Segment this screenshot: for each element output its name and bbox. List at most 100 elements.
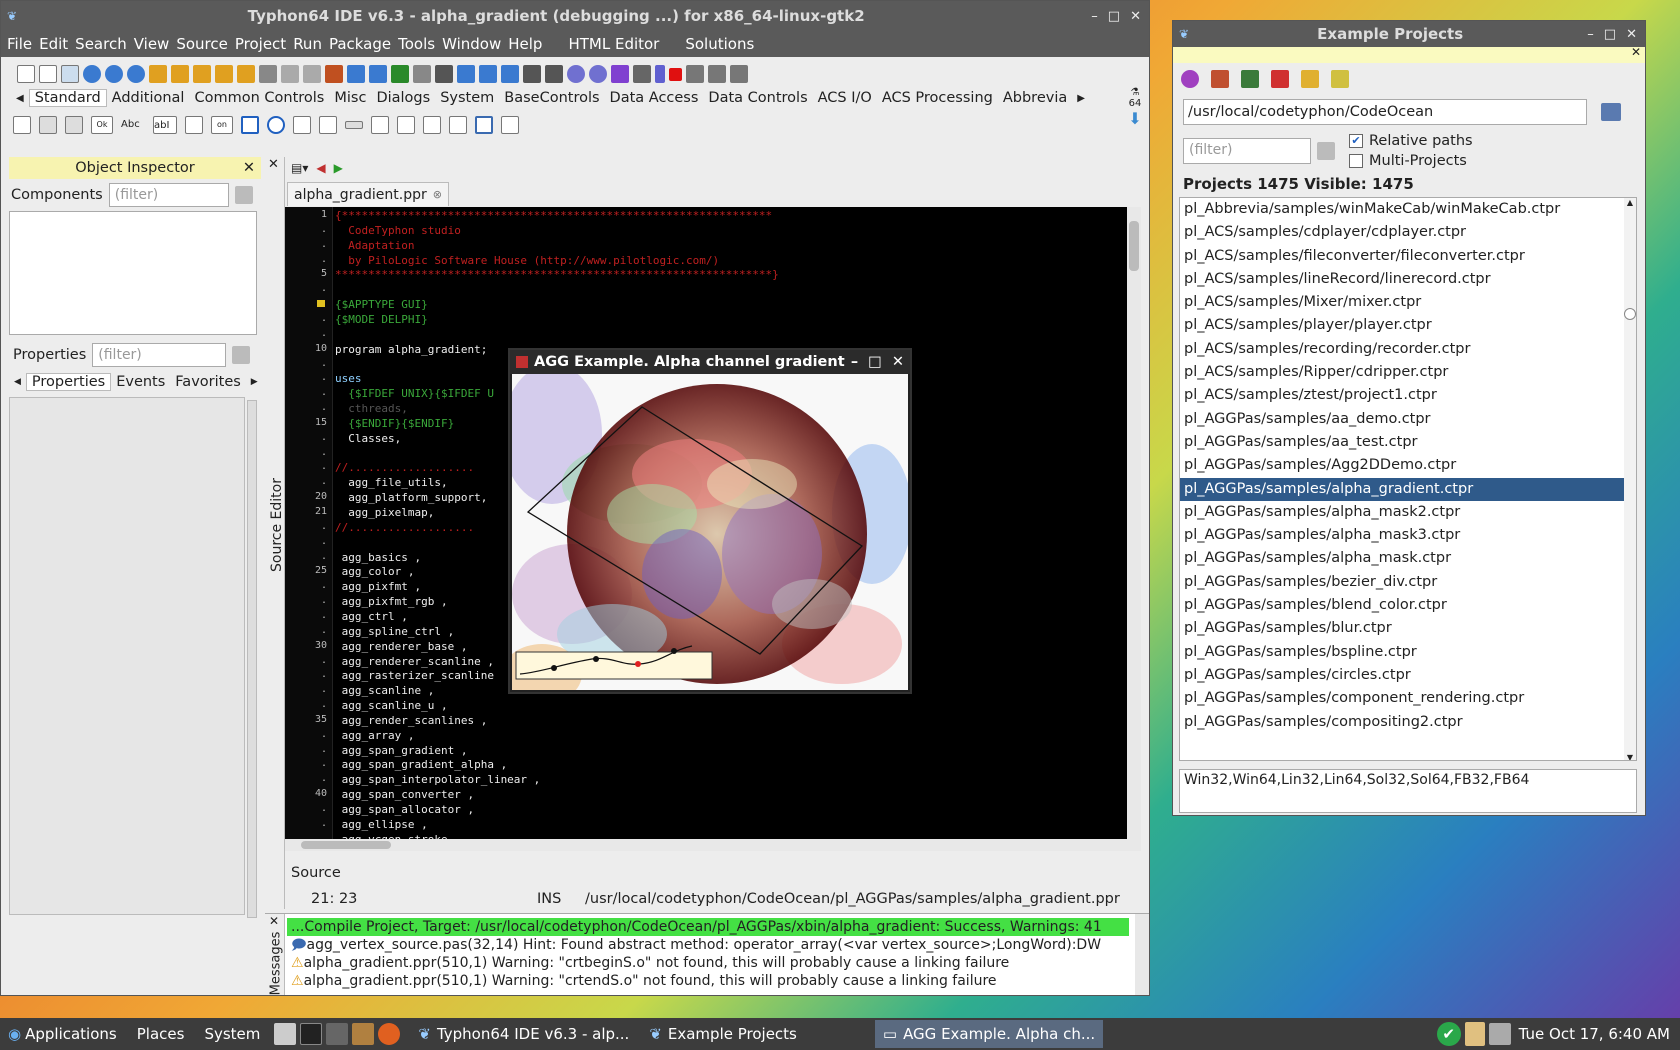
clear-properties-filter-icon[interactable] <box>232 346 251 364</box>
open-project-icon[interactable] <box>1211 70 1229 88</box>
radiobutton-component-icon[interactable] <box>267 116 285 134</box>
open-project-icon[interactable] <box>171 65 189 83</box>
inspector-tab-properties[interactable]: Properties <box>25 373 112 391</box>
save-icon[interactable] <box>193 65 211 83</box>
new-unit-icon[interactable] <box>61 65 79 83</box>
settings-icon[interactable] <box>545 65 563 83</box>
step-over-icon[interactable] <box>686 65 704 83</box>
places-menu[interactable]: Places <box>129 1020 193 1048</box>
pointer-tool-icon[interactable] <box>13 116 31 134</box>
system-menu[interactable]: System <box>196 1020 268 1048</box>
project-list-item[interactable]: pl_AGGPas/samples/alpha_mask2.ctpr <box>1180 501 1628 524</box>
close-icon[interactable]: ✕ <box>892 354 904 370</box>
project-list-item[interactable]: pl_AGGPas/samples/circles.ctpr <box>1180 664 1628 687</box>
close-icon[interactable]: ✕ <box>1626 27 1637 42</box>
palette-tab-abbrevia[interactable]: Abbrevia <box>998 90 1072 106</box>
actionlist-component-icon[interactable] <box>501 116 519 134</box>
update-check-icon[interactable]: ✔ <box>1436 1022 1461 1046</box>
projects-list[interactable]: pl_Abbrevia/samples/winMakeCab/winMakeCa… <box>1179 197 1637 761</box>
menu-view[interactable]: View <box>134 35 170 53</box>
file-manager-icon[interactable] <box>274 1023 297 1045</box>
agg-canvas[interactable] <box>512 374 908 690</box>
project-options-icon[interactable] <box>325 65 343 83</box>
radiogroup-component-icon[interactable] <box>397 116 415 134</box>
checkgroup-component-icon[interactable] <box>423 116 441 134</box>
projects-filter-input[interactable]: (filter) <box>1183 138 1311 164</box>
volume-icon[interactable] <box>1488 1023 1511 1045</box>
play-icon[interactable] <box>611 65 629 83</box>
project-list-item[interactable]: pl_AGGPas/samples/bezier_div.ctpr <box>1180 571 1628 594</box>
run-params-icon[interactable] <box>589 65 607 83</box>
message-hint[interactable]: 🗩agg_vertex_source.pas(32,14) Hint: Foun… <box>287 936 1129 954</box>
menu-solutions[interactable]: Solutions <box>685 35 754 53</box>
close-messages-icon[interactable]: ✕ <box>269 914 279 928</box>
project-list-item[interactable]: pl_AGGPas/samples/Agg2DDemo.ctpr <box>1180 454 1628 477</box>
inspector-right-arrow-icon[interactable]: ▶ <box>246 377 263 387</box>
frame-component-icon[interactable] <box>475 116 493 134</box>
multi-projects-checkbox[interactable] <box>1349 154 1363 168</box>
palette-tab-dialogs[interactable]: Dialogs <box>371 90 435 106</box>
agg-titlebar[interactable]: AGG Example. Alpha channel gradient – □ … <box>510 350 910 374</box>
replace-icon[interactable] <box>127 65 145 83</box>
find-next-icon[interactable] <box>105 65 123 83</box>
step-icon[interactable] <box>633 65 651 83</box>
properties-filter-input[interactable]: (filter) <box>92 343 227 367</box>
projects-titlebar[interactable]: ❦ Example Projects – □ ✕ <box>1173 21 1645 47</box>
find-icon[interactable] <box>83 65 101 83</box>
checkbox-component-icon[interactable] <box>241 116 259 134</box>
menu-package[interactable]: Package <box>329 35 391 53</box>
clear-projects-filter-icon[interactable] <box>1317 142 1335 160</box>
project-list-item[interactable]: pl_ACS/samples/Mixer/mixer.ctpr <box>1180 291 1628 314</box>
project-list-item[interactable]: pl_ACS/samples/player/player.ctpr <box>1180 314 1628 337</box>
step-into-icon[interactable] <box>708 65 726 83</box>
project-list-item[interactable]: pl_Abbrevia/samples/winMakeCab/winMakeCa… <box>1180 198 1628 221</box>
edit-component-icon[interactable]: abI <box>153 116 177 134</box>
platforms-box[interactable]: Win32,Win64,Lin32,Lin64,Sol32,Sol64,FB32… <box>1179 769 1637 813</box>
popupmenu-component-icon[interactable] <box>65 116 83 134</box>
back-arrow-icon[interactable]: ◀ <box>316 161 325 175</box>
toggle-form-icon[interactable] <box>303 65 321 83</box>
remove-project-icon[interactable] <box>1271 70 1289 88</box>
memo-component-icon[interactable] <box>185 116 203 134</box>
taskbar-window-projects[interactable]: ❦ Example Projects <box>641 1020 805 1048</box>
scroll-up-icon[interactable]: ▲ <box>1624 198 1636 207</box>
refresh-icon[interactable] <box>1181 70 1199 88</box>
view-units-icon[interactable] <box>259 65 277 83</box>
palette-tab-basecontrols[interactable]: BaseControls <box>499 90 604 106</box>
project-list-item[interactable]: pl_AGGPas/samples/compositing2.ctpr <box>1180 711 1628 734</box>
project-list-item[interactable]: pl_AGGPas/samples/component_rendering.ct… <box>1180 687 1628 710</box>
download-arrow-icon[interactable]: ⬇ <box>1127 109 1143 128</box>
open-icon[interactable] <box>149 65 167 83</box>
build-all-icon[interactable] <box>369 65 387 83</box>
menu-window[interactable]: Window <box>442 35 501 53</box>
close-editor-icon[interactable]: ✕ <box>268 157 279 172</box>
package-icon[interactable] <box>413 65 431 83</box>
editor-hscrollbar[interactable] <box>285 839 1127 851</box>
palette-tab-acs-processing[interactable]: ACS Processing <box>877 90 998 106</box>
view-forms-icon[interactable] <box>281 65 299 83</box>
stop-icon[interactable] <box>669 67 682 81</box>
menu-html-editor[interactable]: HTML Editor <box>568 35 659 53</box>
browse-folder-icon[interactable] <box>1601 103 1621 121</box>
project-list-item[interactable]: pl_AGGPas/samples/blur.ctpr <box>1180 617 1628 640</box>
maximize-icon[interactable]: □ <box>1604 27 1616 42</box>
palette-tab-data-access[interactable]: Data Access <box>605 90 704 106</box>
properties-grid[interactable] <box>9 397 245 915</box>
folder-icon[interactable] <box>1301 70 1319 88</box>
new-form-icon[interactable] <box>39 65 57 83</box>
project-list-item[interactable]: pl_AGGPas/samples/alpha_mask.ctpr <box>1180 547 1628 570</box>
close-icon[interactable]: ✕ <box>1130 9 1141 24</box>
menu-run[interactable]: Run <box>293 35 322 53</box>
project-list-item[interactable]: pl_ACS/samples/ztest/project1.ctpr <box>1180 384 1628 407</box>
inspector-scrollbar[interactable] <box>247 400 257 918</box>
inspector-left-arrow-icon[interactable]: ◀ <box>9 377 26 387</box>
editor-menu-icon[interactable]: ▤▾ <box>291 161 308 175</box>
palette-tab-standard[interactable]: Standard <box>28 89 107 107</box>
minimize-icon[interactable]: – <box>851 354 858 370</box>
button-component-icon[interactable]: Ok <box>91 116 113 134</box>
palette-tab-data-controls[interactable]: Data Controls <box>703 90 812 106</box>
project-list-item[interactable]: pl_ACS/samples/cdplayer/cdplayer.ctpr <box>1180 221 1628 244</box>
message-warning[interactable]: ⚠alpha_gradient.ppr(510,1) Warning: "crt… <box>287 954 1129 972</box>
menu-project[interactable]: Project <box>235 35 286 53</box>
togglebox-component-icon[interactable]: on <box>211 116 233 134</box>
